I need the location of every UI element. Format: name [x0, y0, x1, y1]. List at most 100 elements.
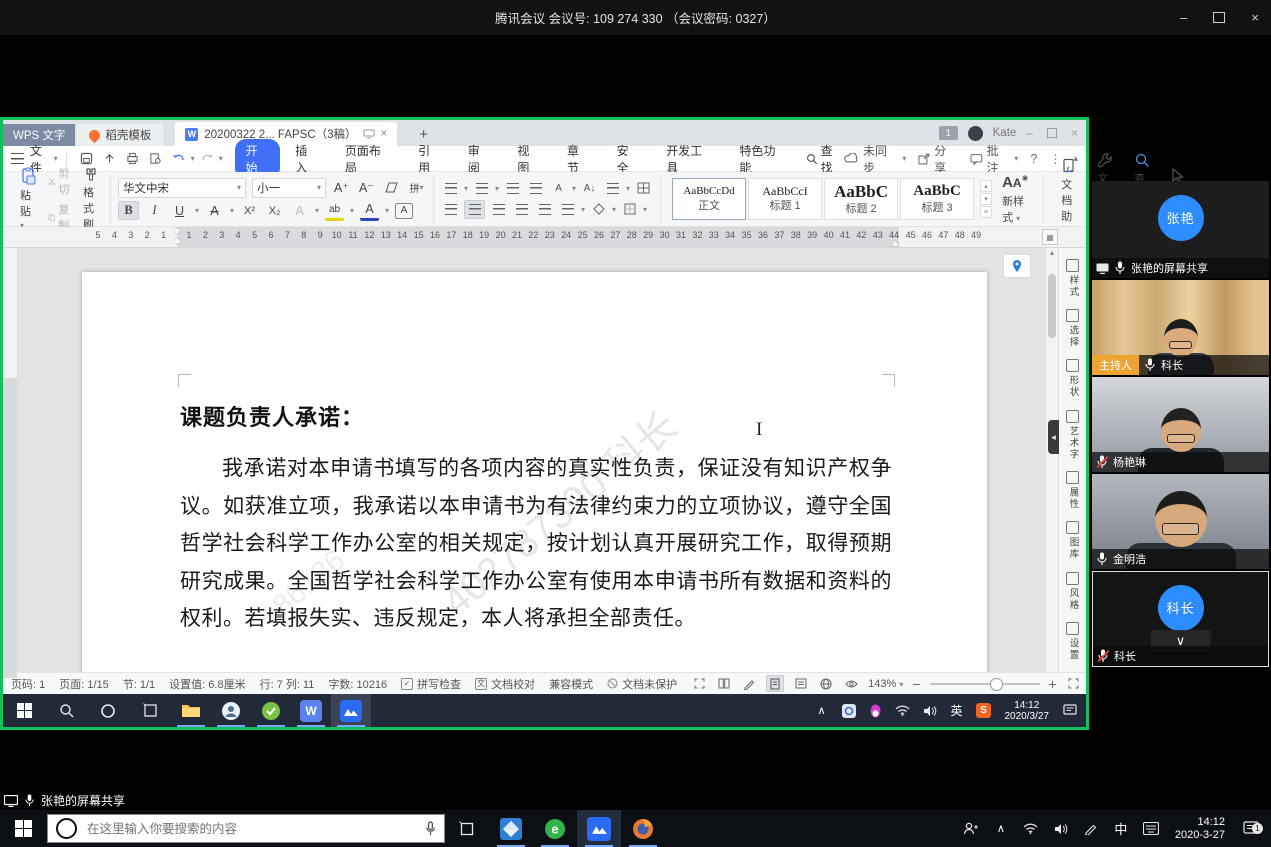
indent-marker-left[interactable]	[173, 229, 181, 243]
wps-restore-icon[interactable]	[1047, 128, 1057, 138]
zoom-knob[interactable]	[990, 678, 1003, 691]
line-spacing-button[interactable]	[558, 201, 577, 218]
font-color-button[interactable]: A	[360, 201, 379, 221]
sort-button[interactable]: A↓	[580, 180, 599, 197]
zoom-out-button[interactable]: −	[912, 676, 920, 692]
cut-button[interactable]: 剪切	[48, 165, 73, 197]
shared-tray-qq-icon[interactable]	[866, 703, 886, 718]
scroll-up-arrow[interactable]: ▲	[1046, 248, 1058, 260]
participant-tile-host[interactable]: 主持人 科长	[1092, 280, 1269, 375]
shared-taskview-button[interactable]	[129, 694, 171, 727]
horizontal-ruler[interactable]: 5432112345678910111213141516171819202122…	[3, 227, 1086, 248]
spell-check-toggle[interactable]: ✓ 拼写检查	[401, 676, 461, 692]
phonetic-guide-button[interactable]: 拼▾	[407, 179, 426, 196]
align-left-button[interactable]	[441, 201, 460, 218]
web-view-button[interactable]	[818, 676, 834, 691]
side-tool-2[interactable]: 形状	[1066, 359, 1080, 398]
wps-close-icon[interactable]: ×	[1071, 126, 1078, 140]
shared-app-360[interactable]	[251, 694, 291, 727]
decrease-indent-button[interactable]	[503, 180, 522, 197]
eye-protect-button[interactable]	[843, 676, 859, 691]
style-chip-0[interactable]: AaBbCcDd 正文	[672, 178, 746, 220]
annotate-button[interactable]: 批注▾	[970, 142, 1018, 176]
shared-tray-volume-icon[interactable]	[920, 705, 940, 717]
help-button[interactable]: ?	[1030, 151, 1037, 166]
side-tool-0[interactable]: 样式	[1066, 259, 1080, 298]
side-tool-7[interactable]: 设置	[1066, 622, 1080, 661]
shared-app-explorer[interactable]	[171, 694, 211, 727]
bold-button[interactable]: B	[118, 201, 139, 220]
highlight-color-button[interactable]: ab	[325, 201, 344, 221]
search-input[interactable]	[85, 821, 417, 837]
vertical-scrollbar[interactable]: ▲	[1045, 248, 1058, 672]
export-button[interactable]	[103, 152, 116, 165]
vertical-ruler[interactable]	[3, 248, 18, 672]
scrollbar-thumb[interactable]	[1048, 274, 1056, 338]
side-tool-3[interactable]: 艺术字	[1066, 410, 1080, 461]
action-center-button[interactable]: 1	[1239, 821, 1263, 836]
redo-button[interactable]	[200, 153, 214, 165]
underline-button[interactable]: U	[170, 202, 189, 219]
styles-up-button[interactable]: ▴	[980, 180, 992, 192]
minimize-button[interactable]: –	[1180, 10, 1187, 25]
restore-button[interactable]	[1213, 12, 1225, 23]
share-button[interactable]: 分享	[918, 142, 957, 176]
side-tool-4[interactable]: 属性	[1066, 471, 1080, 510]
distribute-button[interactable]	[535, 201, 554, 218]
shared-start-button[interactable]	[3, 694, 45, 727]
justify-button[interactable]	[512, 201, 531, 218]
paste-button[interactable]: 粘贴 ▾	[16, 167, 42, 231]
taskbar-search[interactable]	[47, 814, 445, 843]
indent-marker-right[interactable]	[891, 236, 899, 246]
participant-tile-kezhang[interactable]: 科长 ∨ 科长	[1092, 571, 1269, 667]
search-mic-icon[interactable]	[425, 821, 436, 836]
sync-status[interactable]: 未同步▾	[844, 142, 906, 176]
zoom-level[interactable]: 143% ▾	[868, 678, 903, 690]
ruler-toggle-button[interactable]: ▦	[1042, 229, 1058, 245]
align-right-button[interactable]	[489, 201, 508, 218]
numbered-list-button[interactable]	[472, 180, 491, 197]
side-tool-6[interactable]: 风格	[1066, 572, 1080, 611]
zoom-in-button[interactable]: +	[1049, 676, 1057, 692]
user-avatar[interactable]	[968, 126, 983, 141]
wps-minimize-icon[interactable]: –	[1026, 126, 1033, 140]
shared-cortana-button[interactable]	[87, 694, 129, 727]
char-scale-button[interactable]	[603, 180, 622, 197]
tab-template[interactable]: 稻壳模板	[77, 124, 163, 146]
shared-tray-ime[interactable]: 英	[947, 702, 967, 719]
system-clock[interactable]: 14:12 2020-3-27	[1171, 816, 1229, 842]
close-button[interactable]: ×	[1251, 10, 1259, 25]
text-direction-button[interactable]: A	[549, 180, 568, 197]
styles-down-button[interactable]: ▾	[980, 193, 992, 205]
side-tool-5[interactable]: 图库	[1066, 521, 1080, 560]
font-size-select[interactable]: 小一▾	[252, 178, 326, 198]
new-style-button[interactable]: AA✳ 新样式 ▾	[994, 174, 1036, 225]
shared-app-wps[interactable]: W	[291, 694, 331, 727]
superscript-button[interactable]: X²	[240, 202, 259, 219]
print-preview-button[interactable]	[149, 152, 162, 165]
panel-collapse-button[interactable]: ◂	[1048, 420, 1059, 454]
app-meeting[interactable]	[577, 810, 621, 847]
save-button[interactable]	[80, 152, 93, 165]
side-tool-1[interactable]: 选择	[1066, 309, 1080, 348]
app-firefox[interactable]	[621, 810, 665, 847]
ime-indicator[interactable]: 中	[1111, 819, 1131, 838]
decrease-font-button[interactable]: A⁻	[357, 179, 376, 196]
insert-table-button[interactable]	[634, 180, 653, 197]
document-canvas[interactable]: 402787390 科长 +86186 课题负责人承诺： 我承诺对本申请书填写的…	[18, 248, 1045, 672]
italic-button[interactable]: I	[145, 202, 164, 219]
shared-tray-wifi-icon[interactable]	[893, 705, 913, 716]
bullet-list-button[interactable]	[441, 180, 460, 197]
shared-tray-app1-icon[interactable]	[839, 704, 859, 718]
undo-button[interactable]	[172, 153, 186, 165]
protection-status[interactable]: 文档未保护	[607, 676, 677, 692]
people-icon[interactable]	[961, 822, 981, 835]
participant-tile-yang[interactable]: 杨艳琳	[1092, 377, 1269, 472]
subscript-button[interactable]: X₂	[265, 202, 284, 219]
print-button[interactable]	[126, 152, 139, 165]
style-chip-1[interactable]: AaBbCcI 标题 1	[748, 178, 822, 220]
pen-icon[interactable]	[1081, 822, 1101, 835]
app-mail[interactable]	[489, 810, 533, 847]
shared-clock[interactable]: 14:12 2020/3/27	[1001, 700, 1054, 722]
font-name-select[interactable]: 华文中宋▾	[118, 178, 246, 198]
